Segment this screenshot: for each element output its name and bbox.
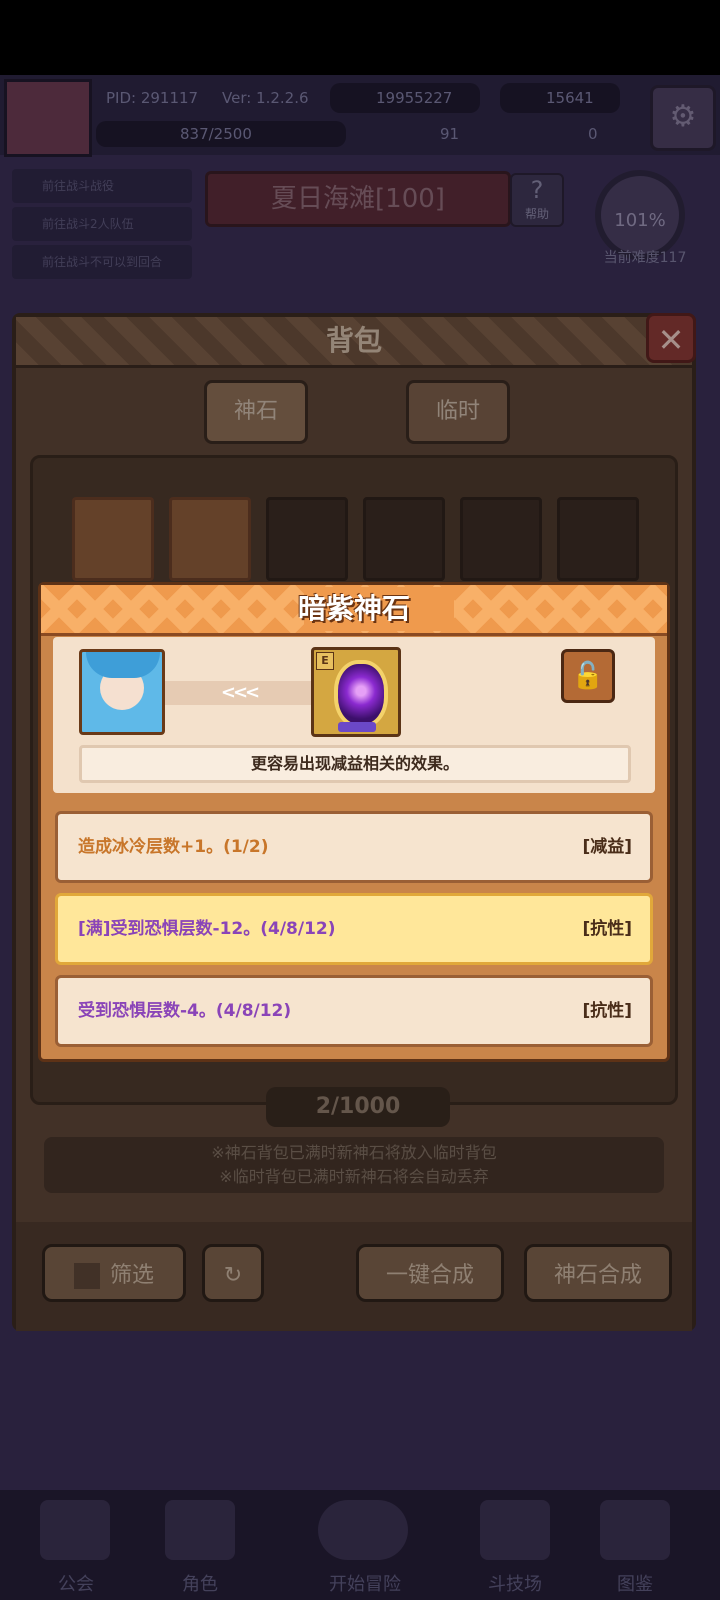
top-hud: PID: 291117 Ver: 1.2.2.6 19955227 15641 … xyxy=(0,75,720,157)
gem-slot[interactable] xyxy=(169,497,251,581)
resource1-value: 91 xyxy=(440,125,460,143)
nav-codex[interactable]: 图鉴 xyxy=(585,1570,685,1596)
game-version: Ver: 1.2.2.6 xyxy=(222,89,309,107)
refresh-button[interactable]: ↻ xyxy=(202,1244,264,1302)
nav-arena[interactable]: 斗技场 xyxy=(465,1570,565,1596)
effect-text: [满]受到恐惧层数-12。(4/8/12) xyxy=(78,919,336,939)
gem-detail-popup: 暗紫神石 <<< E 🔓 更容易出现减益相关的效果。 造成冰冷层数+1。(1/2… xyxy=(38,582,670,1062)
unlock-icon[interactable]: 🔓 xyxy=(561,649,615,703)
notice-line: ※临时背包已满时新神石将会自动丢弃 xyxy=(219,1167,489,1186)
notice-line: ※神石背包已满时新神石将放入临时背包 xyxy=(211,1143,497,1162)
stage-title[interactable]: 夏日海滩[100] xyxy=(205,171,511,227)
gem-merge-button[interactable]: 神石合成 xyxy=(524,1244,672,1302)
gem-slot[interactable] xyxy=(460,497,542,581)
gem-count: 2/1000 xyxy=(266,1087,450,1127)
adventure-icon[interactable] xyxy=(318,1500,408,1560)
popup-header: 暗紫神石 xyxy=(41,585,667,636)
gem-card: E xyxy=(311,647,401,737)
tab-temporary[interactable]: 临时 xyxy=(406,380,510,444)
panel-title: 背包 xyxy=(325,324,382,357)
one-click-merge-button[interactable]: 一键合成 xyxy=(356,1244,504,1302)
effect-text: 受到恐惧层数-4。(4/8/12) xyxy=(78,1001,292,1021)
filter-label: 筛选 xyxy=(109,1263,154,1288)
gem-grade-badge: E xyxy=(316,652,334,670)
help-label: 帮助 xyxy=(524,207,549,221)
filter-button[interactable]: 筛选 xyxy=(42,1244,186,1302)
action-bar: 筛选 ↻ 一键合成 神石合成 xyxy=(16,1222,692,1331)
nav-start-adventure[interactable]: 开始冒险 xyxy=(300,1570,430,1596)
currency2-value: 15641 xyxy=(546,89,594,107)
effect-tag: [减益] xyxy=(582,837,632,857)
hero-hair xyxy=(86,652,160,678)
codex-icon[interactable] xyxy=(600,1500,670,1560)
gem-slot[interactable] xyxy=(266,497,348,581)
effect-tag: [抗性] xyxy=(582,1001,632,1021)
bottom-nav: 公会 角色 开始冒险 斗技场 图鉴 xyxy=(0,1490,720,1600)
effect-row: 受到恐惧层数-4。(4/8/12) [抗性] xyxy=(55,975,653,1047)
popup-title: 暗紫神石 xyxy=(297,592,410,625)
backpack-notice: ※神石背包已满时新神石将放入临时背包 ※临时背包已满时新神石将会自动丢弃 xyxy=(44,1137,664,1193)
exp-value: 837/2500 xyxy=(180,125,252,143)
effect-row: [满]受到恐惧层数-12。(4/8/12) [抗性] xyxy=(55,893,653,965)
currency1-value: 19955227 xyxy=(376,89,453,107)
nav-character[interactable]: 角色 xyxy=(150,1570,250,1596)
help-button[interactable]: ? 帮助 xyxy=(510,173,564,227)
nav-guild[interactable]: 公会 xyxy=(26,1570,126,1596)
gem-stand xyxy=(338,722,376,732)
tab-gems[interactable]: 神石 xyxy=(204,380,308,444)
player-avatar[interactable] xyxy=(4,79,92,157)
guild-icon[interactable] xyxy=(40,1500,110,1560)
close-button[interactable]: ✕ xyxy=(646,313,696,363)
gem-slot[interactable] xyxy=(557,497,639,581)
dark-purple-gem-icon xyxy=(334,660,388,728)
quest-item[interactable]: 前往战斗不可以到回合 xyxy=(12,245,192,279)
link-arrow: <<< xyxy=(165,681,313,705)
arena-icon[interactable] xyxy=(480,1500,550,1560)
gem-info: <<< E 🔓 更容易出现减益相关的效果。 xyxy=(53,637,655,793)
gem-description: 更容易出现减益相关的效果。 xyxy=(79,745,631,783)
quest-item[interactable]: 前往战斗战役 xyxy=(12,169,192,203)
quest-item[interactable]: 前往战斗2人队伍 xyxy=(12,207,192,241)
grid-icon xyxy=(73,1263,100,1289)
effect-tag: [抗性] xyxy=(582,919,632,939)
resource2-value: 0 xyxy=(588,125,598,143)
equipped-hero-portrait[interactable] xyxy=(79,649,165,735)
question-icon: ? xyxy=(530,176,544,204)
player-id: PID: 291117 xyxy=(106,89,199,107)
gem-slot[interactable] xyxy=(363,497,445,581)
close-icon: ✕ xyxy=(657,321,685,359)
effect-row: 造成冰冷层数+1。(1/2) [减益] xyxy=(55,811,653,883)
difficulty-label: 当前难度117 xyxy=(603,250,687,266)
gem-slot[interactable] xyxy=(72,497,154,581)
gear-icon[interactable]: ⚙ xyxy=(650,85,716,151)
character-icon[interactable] xyxy=(165,1500,235,1560)
refresh-icon: ↻ xyxy=(223,1263,243,1288)
effect-text: 造成冰冷层数+1。(1/2) xyxy=(78,837,269,857)
